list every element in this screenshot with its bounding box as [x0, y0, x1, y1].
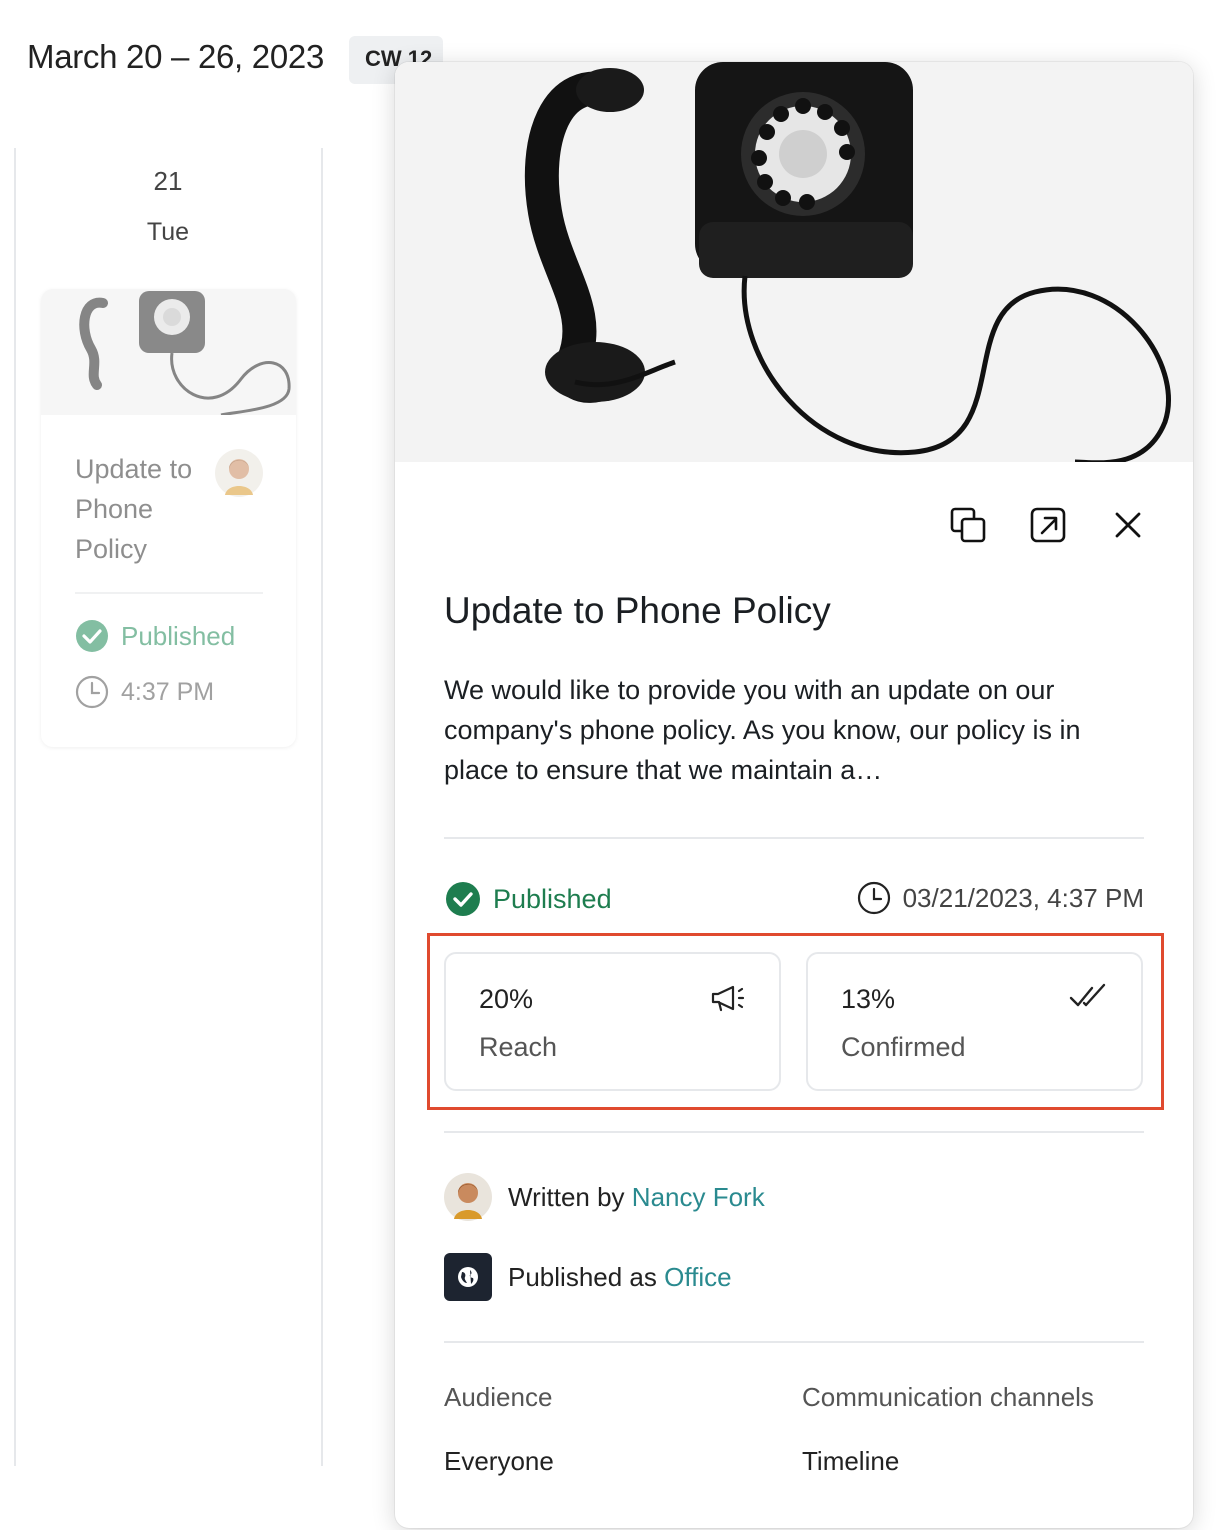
author-avatar	[215, 449, 263, 497]
divider	[444, 1131, 1144, 1133]
clock-icon	[857, 881, 890, 915]
author-avatar	[444, 1173, 492, 1221]
close-icon	[1115, 512, 1141, 538]
divider	[444, 1341, 1144, 1343]
post-status: Published	[445, 881, 612, 917]
post-datetime: 03/21/2023, 4:37 PM	[857, 881, 1144, 915]
event-status-label: Published	[121, 620, 236, 651]
open-post-button[interactable]	[1029, 506, 1067, 544]
confirmed-stat-card[interactable]: 13% Confirmed	[806, 952, 1143, 1091]
confirmed-value: 13%	[841, 984, 896, 1014]
post-status-label: Published	[493, 883, 612, 914]
author-link[interactable]: Nancy Fork	[632, 1182, 765, 1212]
post-datetime-label: 03/21/2023, 4:37 PM	[902, 882, 1144, 913]
double-check-icon	[1069, 983, 1106, 1007]
column-divider	[14, 148, 16, 1466]
close-button[interactable]	[1109, 506, 1147, 544]
publisher-badge	[444, 1253, 492, 1301]
publisher-link[interactable]: Office	[664, 1262, 731, 1292]
post-hero-image	[395, 62, 1193, 462]
clock-icon	[75, 675, 109, 709]
published-as-label: Published as	[508, 1261, 657, 1292]
post-toolbar	[949, 506, 1147, 544]
channels-value: Timeline	[802, 1446, 900, 1476]
reach-value: 20%	[479, 984, 534, 1014]
audience-label: Audience	[444, 1382, 553, 1412]
confirmed-label: Confirmed	[841, 1032, 966, 1062]
author-row: Written by Nancy Fork	[444, 1173, 765, 1221]
post-detail-panel: Update to Phone Policy We would like to …	[395, 62, 1193, 1528]
event-thumbnail	[41, 289, 296, 415]
post-title: Update to Phone Policy	[444, 590, 831, 631]
divider	[75, 592, 263, 594]
channels-label: Communication channels	[802, 1382, 1094, 1412]
written-by-label: Written by	[508, 1181, 625, 1212]
column-divider	[321, 148, 323, 1466]
divider	[444, 837, 1144, 839]
calendar-event-card[interactable]: Update to Phone Policy Published 4:37 PM	[41, 289, 296, 747]
event-title: Update to Phone Policy	[75, 454, 193, 564]
reach-stat-card[interactable]: 20% Reach	[444, 952, 781, 1091]
check-circle-icon	[76, 620, 108, 652]
event-status: Published	[75, 619, 235, 653]
day-number: 21	[153, 166, 183, 196]
event-time: 4:37 PM	[75, 675, 214, 709]
open-external-icon	[1030, 507, 1066, 543]
reach-label: Reach	[479, 1032, 558, 1062]
audience-value: Everyone	[444, 1446, 554, 1476]
duplicate-icon	[950, 507, 986, 543]
day-name: Tue	[146, 218, 190, 246]
publisher-row: Published as Office	[444, 1253, 732, 1301]
duplicate-button[interactable]	[949, 506, 987, 544]
megaphone-icon	[711, 985, 745, 1012]
post-excerpt: We would like to provide you with an upd…	[444, 675, 1081, 785]
date-range-title: March 20 – 26, 2023	[27, 38, 325, 75]
event-time-label: 4:37 PM	[121, 677, 215, 706]
check-circle-icon	[446, 882, 480, 916]
globe-icon	[458, 1267, 478, 1287]
